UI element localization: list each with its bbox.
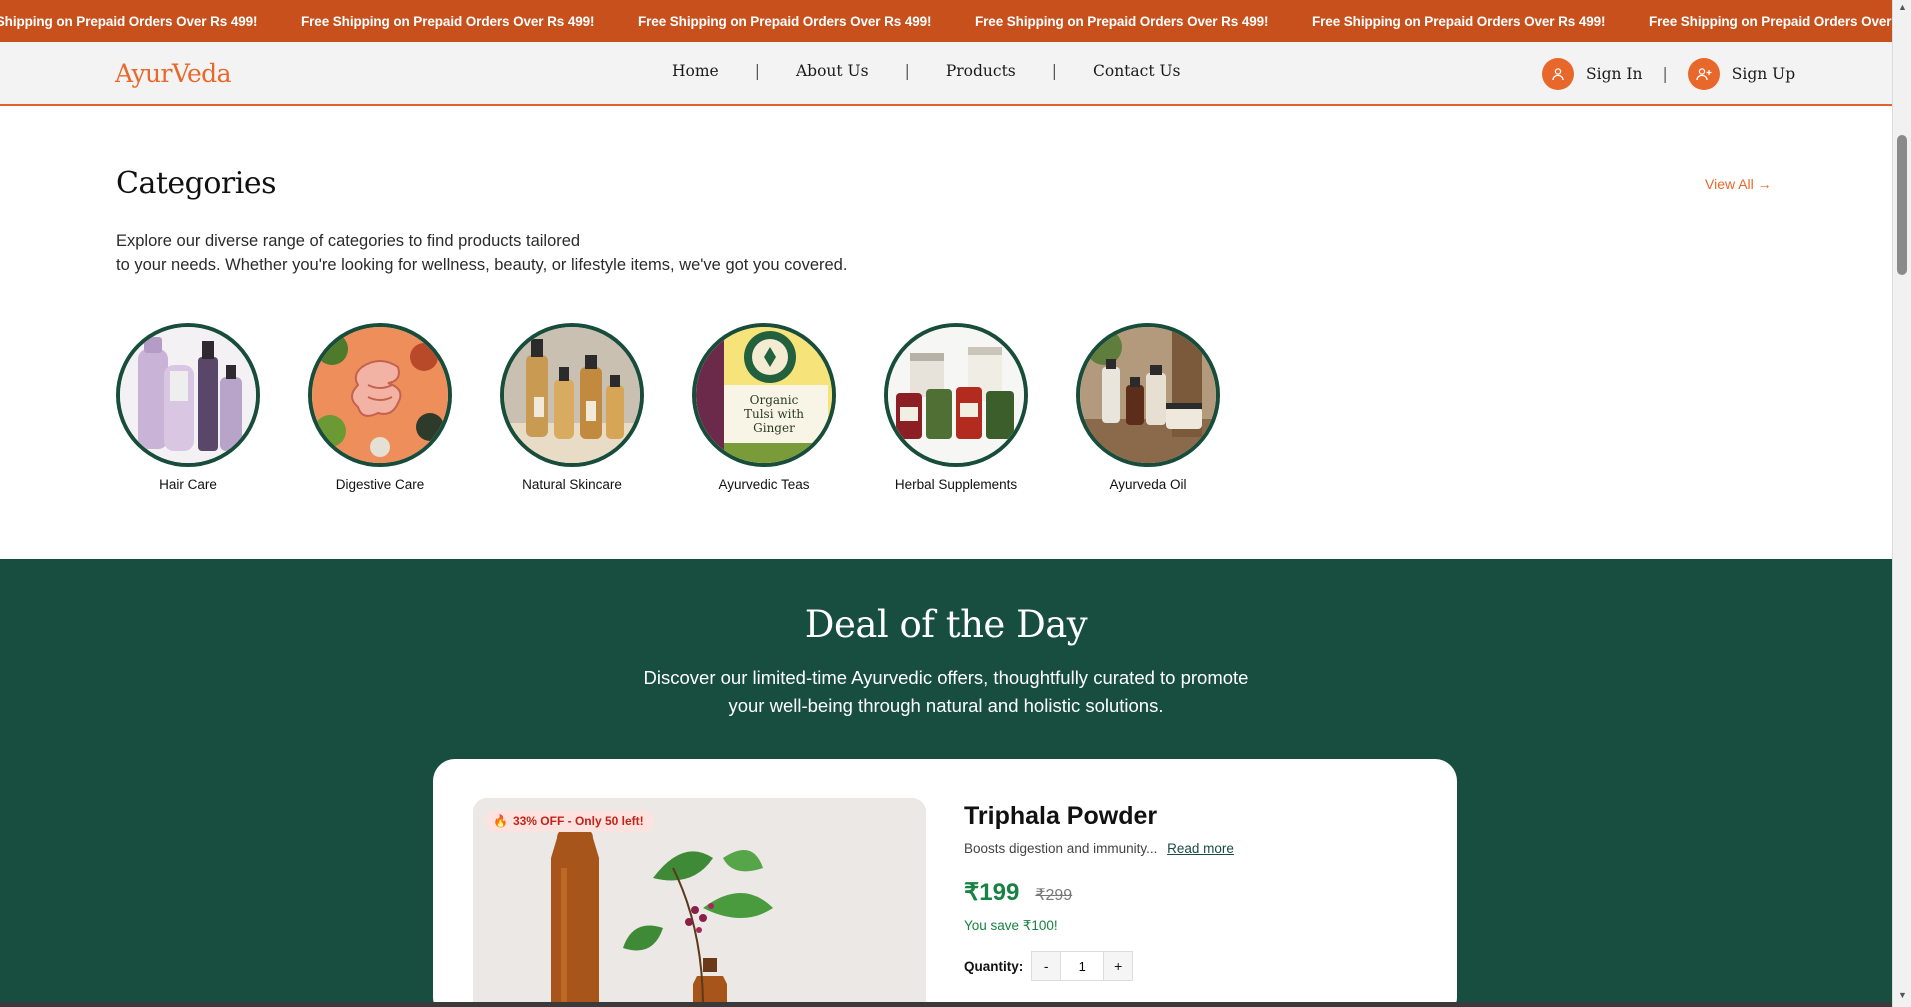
hair-care-image <box>116 323 260 467</box>
category-ayurveda-oil[interactable]: Ayurveda Oil <box>1076 323 1268 492</box>
discount-badge: 🔥 33% OFF - Only 50 left! <box>485 810 654 832</box>
category-digestive-care[interactable]: Digestive Care <box>308 323 500 492</box>
tea-box-text: Organic Tulsi with Ginger <box>743 393 805 435</box>
discount-badge-label: 33% OFF - Only 50 left! <box>512 814 644 828</box>
promo-text: Free Shipping on Prepaid Orders Over Rs … <box>301 13 595 29</box>
auth-separator: | <box>1662 65 1668 83</box>
ayurveda-oil-image <box>1076 323 1220 467</box>
deal-subtitle-line: your well-being through natural and holi… <box>728 695 1164 716</box>
sign-up-label: Sign Up <box>1731 65 1796 83</box>
nav-about-us[interactable]: About Us <box>796 62 869 80</box>
deal-subtitle-line: Discover our limited-time Ayurvedic offe… <box>643 667 1249 688</box>
deal-title: Deal of the Day <box>804 603 1088 646</box>
categories-description-line: to your needs. Whether you're looking fo… <box>116 256 848 274</box>
sign-up-button[interactable]: Sign Up <box>1687 58 1796 90</box>
categories-description-line: Explore our diverse range of categories … <box>116 232 581 250</box>
quantity-decrease-button[interactable]: - <box>1031 951 1062 981</box>
quantity-increase-button[interactable]: + <box>1103 951 1134 981</box>
deal-of-the-day-section: Deal of the Day Discover our limited-tim… <box>0 559 1892 1002</box>
product-name: Triphala Powder <box>964 802 1158 830</box>
nav-separator: | <box>904 62 910 80</box>
promo-text: Free Shipping on Prepaid Orders Over Rs … <box>1649 13 1892 29</box>
product-description: Boosts digestion and immunity... Read mo… <box>964 841 1234 856</box>
category-label: Herbal Supplements <box>894 477 1018 492</box>
quantity-input[interactable] <box>1061 951 1104 981</box>
user-plus-icon <box>1687 58 1720 90</box>
category-list: Hair Care Digestive Care Natural Skincar… <box>116 323 1268 492</box>
deal-card: 🔥 33% OFF - Only 50 left! Triphala Powde… <box>433 759 1457 1002</box>
digestive-care-image <box>308 323 452 467</box>
site-header: AyurVeda Home | About Us | Products | Co… <box>0 42 1892 106</box>
scrollbar-thumb[interactable] <box>1897 135 1907 275</box>
category-label: Ayurvedic Teas <box>718 477 810 492</box>
promo-text: Free Shipping on Prepaid Orders Over Rs … <box>1312 13 1606 29</box>
nav-products[interactable]: Products <box>946 62 1016 80</box>
promo-text: Free Shipping on Prepaid Orders Over Rs … <box>638 13 932 29</box>
category-label: Natural Skincare <box>522 477 622 492</box>
categories-title: Categories <box>116 166 277 201</box>
auth-links: Sign In | Sign Up <box>1542 58 1795 90</box>
promo-text: Free Shipping on Prepaid Orders Over Rs … <box>975 13 1269 29</box>
site-logo[interactable]: AyurVeda <box>115 59 231 88</box>
category-label: Digestive Care <box>335 477 425 492</box>
current-price: ₹199 <box>964 879 1020 906</box>
nav-separator: | <box>1051 62 1057 80</box>
promo-text: Free Shipping on Prepaid Orders Over Rs … <box>0 13 258 29</box>
savings-text: You save ₹100! <box>964 918 1058 933</box>
price-row: ₹199 ₹299 <box>964 878 1072 907</box>
scroll-up-icon[interactable]: ▲ <box>1897 2 1908 12</box>
category-label: Hair Care <box>159 477 217 492</box>
user-icon <box>1542 58 1574 90</box>
herbal-supplements-image <box>884 323 1028 467</box>
deal-subtitle: Discover our limited-time Ayurvedic offe… <box>596 664 1296 720</box>
quantity-label: Quantity: <box>964 958 1024 974</box>
view-all-link[interactable]: View All → <box>1705 176 1772 192</box>
page-viewport: Free Shipping on Prepaid Orders Over Rs … <box>0 0 1892 1002</box>
nav-home[interactable]: Home <box>672 62 719 80</box>
main-nav: Home | About Us | Products | Contact Us <box>672 62 1181 80</box>
category-herbal-supplements[interactable]: Herbal Supplements <box>884 323 1076 492</box>
read-more-link[interactable]: Read more <box>1167 841 1234 856</box>
quantity-stepper: Quantity: - + <box>964 951 1134 981</box>
scroll-down-icon[interactable]: ▼ <box>1897 990 1908 1000</box>
product-description-text: Boosts digestion and immunity... <box>964 841 1158 856</box>
promo-banner: Free Shipping on Prepaid Orders Over Rs … <box>0 0 1892 42</box>
category-label: Ayurveda Oil <box>1109 477 1187 492</box>
sign-in-button[interactable]: Sign In <box>1542 58 1643 90</box>
category-natural-skincare[interactable]: Natural Skincare <box>500 323 692 492</box>
category-ayurvedic-teas[interactable]: Organic Tulsi with Ginger Ayurvedic Teas <box>692 323 884 492</box>
window-bottom-edge <box>0 1002 1892 1007</box>
sign-in-label: Sign In <box>1586 65 1643 83</box>
nav-separator: | <box>754 62 760 80</box>
categories-description: Explore our diverse range of categories … <box>116 229 847 277</box>
nav-contact-us[interactable]: Contact Us <box>1093 62 1181 80</box>
page-scrollbar[interactable]: ▲ ▼ <box>1892 0 1911 1007</box>
product-image[interactable]: 🔥 33% OFF - Only 50 left! <box>473 798 926 1002</box>
ayurvedic-teas-image: Organic Tulsi with Ginger <box>692 323 836 467</box>
natural-skincare-image <box>500 323 644 467</box>
category-hair-care[interactable]: Hair Care <box>116 323 308 492</box>
original-price: ₹299 <box>1035 887 1073 904</box>
fire-icon: 🔥 <box>493 814 508 828</box>
